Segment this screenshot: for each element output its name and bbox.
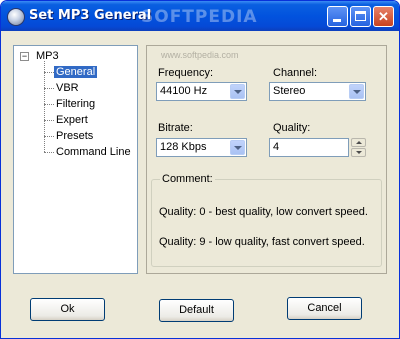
tree-item-command-line[interactable]: Command Line (56, 145, 131, 159)
bitrate-select[interactable]: 128 Kbps (156, 138, 247, 157)
minimize-icon (333, 19, 341, 22)
title-bar[interactable]: Set MP3 General SOFTPEDIA ✕ (1, 1, 399, 31)
maximize-button[interactable] (350, 6, 371, 27)
frequency-select[interactable]: 44100 Hz (156, 82, 247, 101)
minimize-button[interactable] (327, 6, 348, 27)
comment-line-2: Quality: 9 - low quality, fast convert s… (159, 236, 365, 248)
default-button[interactable]: Default (159, 299, 234, 322)
tree-item-vbr[interactable]: VBR (56, 81, 79, 95)
frequency-value: 44100 Hz (160, 85, 208, 97)
tree-item-presets[interactable]: Presets (56, 129, 93, 143)
quality-label: Quality: (273, 122, 311, 134)
general-settings-panel: www.softpedia.com Frequency: 44100 Hz Ch… (146, 45, 387, 274)
maximize-icon (355, 11, 366, 21)
tree-item-filtering[interactable]: Filtering (56, 97, 95, 111)
window-title: Set MP3 General (29, 8, 152, 23)
softpedia-watermark: SOFTPEDIA (141, 7, 258, 27)
chevron-down-icon[interactable] (230, 84, 245, 99)
panel-watermark: www.softpedia.com (161, 50, 239, 60)
quality-field[interactable]: 4 (269, 138, 349, 157)
app-icon (7, 8, 25, 26)
tree-connector (44, 61, 45, 152)
cancel-button[interactable]: Cancel (287, 297, 362, 320)
tree-root-mp3[interactable]: MP3 (36, 49, 59, 63)
frequency-label: Frequency: (158, 67, 214, 79)
channel-label: Channel: (273, 67, 318, 79)
chevron-down-icon[interactable] (230, 140, 245, 155)
tree-item-general[interactable]: General (54, 66, 98, 78)
spin-up-icon[interactable] (351, 138, 366, 147)
collapse-icon[interactable]: − (20, 52, 29, 61)
close-button[interactable]: ✕ (373, 6, 394, 27)
tree-item-expert[interactable]: Expert (56, 113, 88, 127)
quality-stepper[interactable] (351, 138, 366, 157)
tree-branch (44, 120, 54, 121)
tree-branch (44, 136, 54, 137)
settings-tree[interactable]: − MP3 General VBR Filtering Expert Prese… (13, 45, 138, 274)
tree-branch (44, 72, 54, 73)
close-icon: ✕ (378, 9, 389, 24)
comment-group: Comment: Quality: 0 - best quality, low … (151, 173, 382, 267)
quality-value: 4 (273, 141, 280, 153)
dialog-window: Set MP3 General SOFTPEDIA ✕ − MP3 Genera… (0, 0, 400, 339)
ok-button[interactable]: Ok (30, 298, 105, 321)
tree-branch (44, 88, 54, 89)
bitrate-value: 128 Kbps (160, 141, 207, 153)
channel-value: Stereo (273, 85, 306, 97)
bitrate-label: Bitrate: (158, 122, 193, 134)
channel-select[interactable]: Stereo (269, 82, 366, 101)
tree-branch (44, 152, 54, 153)
tree-branch (44, 104, 54, 105)
comment-legend: Comment: (160, 173, 215, 185)
chevron-down-icon[interactable] (349, 84, 364, 99)
comment-line-1: Quality: 0 - best quality, low convert s… (159, 206, 368, 218)
spin-down-icon[interactable] (351, 148, 366, 157)
